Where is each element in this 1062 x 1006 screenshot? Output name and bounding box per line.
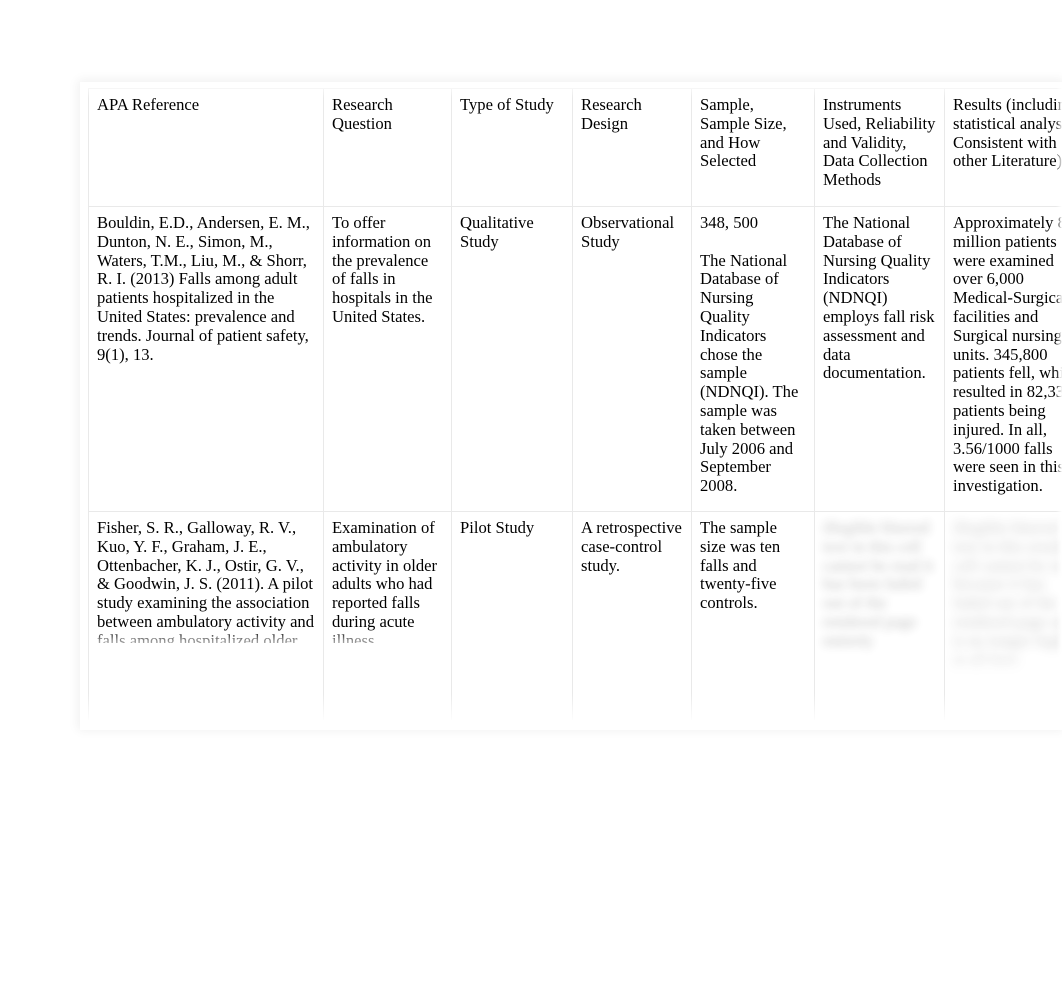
literature-matrix-table: APA Reference Research Question Type of …: [88, 88, 1062, 720]
cell-apa-reference: Fisher, S. R., Galloway, R. V., Kuo, Y. …: [88, 511, 324, 720]
column-header-results: Results (including statistical analysis …: [944, 88, 1062, 207]
column-header-type-of-study: Type of Study: [451, 88, 573, 207]
cell-instruments: illegible blurred text in this cell cann…: [814, 511, 945, 720]
cell-results-text: illegible blurred text in this results c…: [953, 518, 1062, 669]
cell-research-design: Observational Study: [572, 206, 692, 512]
cell-sample-spacer: .: [700, 233, 806, 252]
table-row: Bouldin, E.D., Andersen, E. M., Dunton, …: [88, 206, 1062, 512]
cell-sample-detail: The National Database of Nursing Quality…: [700, 250, 799, 496]
table-row: Fisher, S. R., Galloway, R. V., Kuo, Y. …: [88, 511, 1062, 720]
cell-apa-reference: Bouldin, E.D., Andersen, E. M., Dunton, …: [88, 206, 324, 512]
column-header-sample: Sample, Sample Size, and How Selected: [691, 88, 815, 207]
cell-type-of-study: Pilot Study: [451, 511, 573, 720]
cell-research-question-text: Examination of ambulatory activity in ol…: [332, 519, 438, 643]
cell-research-design: A retrospective case-control study.: [572, 511, 692, 720]
cell-sample-count: 348, 500: [700, 213, 759, 232]
column-header-research-question: Research Question: [323, 88, 452, 207]
column-header-research-design: Research Design: [572, 88, 692, 207]
column-header-apa-reference: APA Reference: [88, 88, 324, 207]
cell-instruments-text: illegible blurred text in this cell cann…: [823, 518, 934, 650]
cell-sample: The sample size was ten falls and twenty…: [691, 511, 815, 720]
table-header-row: APA Reference Research Question Type of …: [88, 88, 1062, 207]
cell-type-of-study: Qualitative Study: [451, 206, 573, 512]
cell-instruments: The National Database of Nursing Quality…: [814, 206, 945, 512]
cell-sample: 348, 500 . The National Database of Nurs…: [691, 206, 815, 512]
document-page: APA Reference Research Question Type of …: [0, 0, 1062, 1006]
cell-research-question: To offer information on the prevalence o…: [323, 206, 452, 512]
cell-results: illegible blurred text in this results c…: [944, 511, 1062, 720]
literature-matrix-table-viewport[interactable]: APA Reference Research Question Type of …: [88, 88, 1062, 720]
cell-results: Approximately 88 million patients were e…: [944, 206, 1062, 512]
column-header-instruments: Instruments Used, Reliability and Validi…: [814, 88, 945, 207]
cell-apa-reference-text: Fisher, S. R., Galloway, R. V., Kuo, Y. …: [97, 519, 315, 643]
cell-research-question: Examination of ambulatory activity in ol…: [323, 511, 452, 720]
